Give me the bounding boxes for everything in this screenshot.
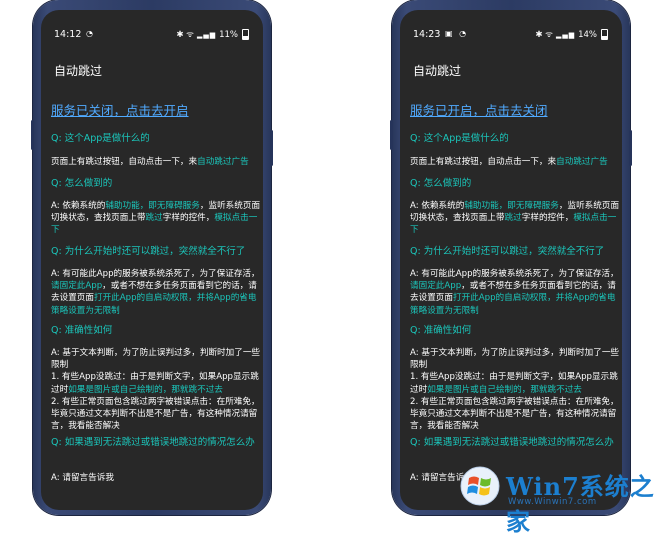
screen: 14:23 ▣ ◔ ✱ ᯤ ▂▄▆ 14% 自动跳过 服务已开启，点击去关闭 Q… [400,10,622,510]
volume-button [31,120,34,150]
answer-2: A: 依赖系统的辅助功能，即无障碍服务，监听系统页面切换状态，查找页面上带跳过字… [410,201,620,236]
signal-icon: ▂▄▆ [196,30,217,39]
signal-icon: ▂▄▆ [555,30,576,39]
answer-5: A: 请留言告诉我 [51,473,114,483]
question-2: Q: 怎么做到的 [51,178,113,189]
answer-3: A: 有可能此App的服务被系统杀死了，为了保证存活，请固定此App，或者不想在… [51,269,260,316]
app-bar: 自动跳过 [400,50,622,92]
question-1: Q: 这个App是做什么的 [410,133,509,144]
pin-app-link[interactable]: 请固定此App [410,281,461,291]
bluetooth-wifi-icon: ✱ ᯤ [535,30,553,40]
answer-2: A: 依赖系统的辅助功能，即无障碍服务，监听系统页面切换状态，查找页面上带跳过字… [51,201,261,236]
faq-content[interactable]: 服务已关闭，点击去开启 Q: 这个App是做什么的 页面上有跳过按钮，自动点击一… [41,92,263,510]
faq-content[interactable]: 服务已开启，点击去关闭 Q: 这个App是做什么的 页面上有跳过按钮，自动点击一… [400,92,622,510]
question-5: Q: 如果遇到无法跳过或错误地跳过的情况怎么办 [51,437,255,448]
volume-button [390,120,393,150]
question-4: Q: 准确性如何 [410,325,472,336]
pin-app-link[interactable]: 请固定此App [51,281,102,291]
question-5: Q: 如果遇到无法跳过或错误地跳过的情况怎么办 [410,437,614,448]
question-4: Q: 准确性如何 [51,325,113,336]
question-3: Q: 为什么开始时还可以跳过，突然就全不行了 [51,246,246,257]
skip-word: 跳过 [504,213,522,224]
status-time: 14:23 [413,29,441,40]
app-bar: 自动跳过 [41,50,263,92]
app-title: 自动跳过 [413,64,462,78]
accessibility-link[interactable]: 辅助功能，即无障碍服务 [105,201,200,211]
power-button [270,130,273,166]
battery-icon [601,29,608,40]
status-bar: 14:23 ▣ ◔ ✱ ᯤ ▂▄▆ 14% [400,27,622,43]
bluetooth-wifi-icon: ✱ ᯤ [176,30,194,40]
image-note-link: 如果是图片或自己绘制的，那就跳不过去 [68,384,223,395]
question-1: Q: 这个App是做什么的 [51,133,150,144]
battery-icon [242,29,249,40]
screen: 14:12 ◔ ✱ ᯤ ▂▄▆ 11% 自动跳过 服务已关闭，点击去开启 Q: … [41,10,263,510]
status-bar: 14:12 ◔ ✱ ᯤ ▂▄▆ 11% [41,27,263,43]
battery-percent: 11% [219,29,238,40]
accessibility-link[interactable]: 辅助功能，即无障碍服务 [464,201,559,211]
phone-right: 14:23 ▣ ◔ ✱ ᯤ ▂▄▆ 14% 自动跳过 服务已开启，点击去关闭 Q… [390,0,632,515]
notification-icons: ▣ ◔ [445,29,469,38]
service-status-link[interactable]: 服务已关闭，点击去开启 [51,100,189,119]
phone-left: 14:12 ◔ ✱ ᯤ ▂▄▆ 11% 自动跳过 服务已关闭，点击去开启 Q: … [31,0,273,515]
app-title: 自动跳过 [54,64,103,78]
watermark-url: Www.Winwin7.com [508,497,597,507]
question-2: Q: 怎么做到的 [410,178,472,189]
auto-skip-link[interactable]: 自动跳过广告 [197,157,249,167]
service-status-link[interactable]: 服务已开启，点击去关闭 [410,100,548,119]
battery-percent: 14% [578,29,597,40]
answer-3: A: 有可能此App的服务被系统杀死了，为了保证存活，请固定此App，或者不想在… [410,269,619,316]
answer-4: A: 基于文本判断，为了防止误判过多，判断时加了一些限制 1. 有些App没跳过：… [51,348,261,432]
power-button [629,130,632,166]
watermark: Win7系统之家 Www.Winwin7.com [460,464,655,536]
answer-4: A: 基于文本判断，为了防止误判过多，判断时加了一些限制 1. 有些App没跳过：… [410,348,620,432]
question-3: Q: 为什么开始时还可以跳过，突然就全不行了 [410,246,605,257]
answer-1: 页面上有跳过按钮，自动点击一下，来自动跳过广告 [410,157,608,167]
auto-skip-link[interactable]: 自动跳过广告 [556,157,608,167]
skip-word: 跳过 [145,213,163,224]
answer-1: 页面上有跳过按钮，自动点击一下，来自动跳过广告 [51,157,249,167]
windows-logo-icon [460,466,500,506]
status-time: 14:12 [54,29,82,40]
notification-icons: ◔ [86,29,95,38]
image-note-link: 如果是图片或自己绘制的，那就跳不过去 [427,384,582,395]
